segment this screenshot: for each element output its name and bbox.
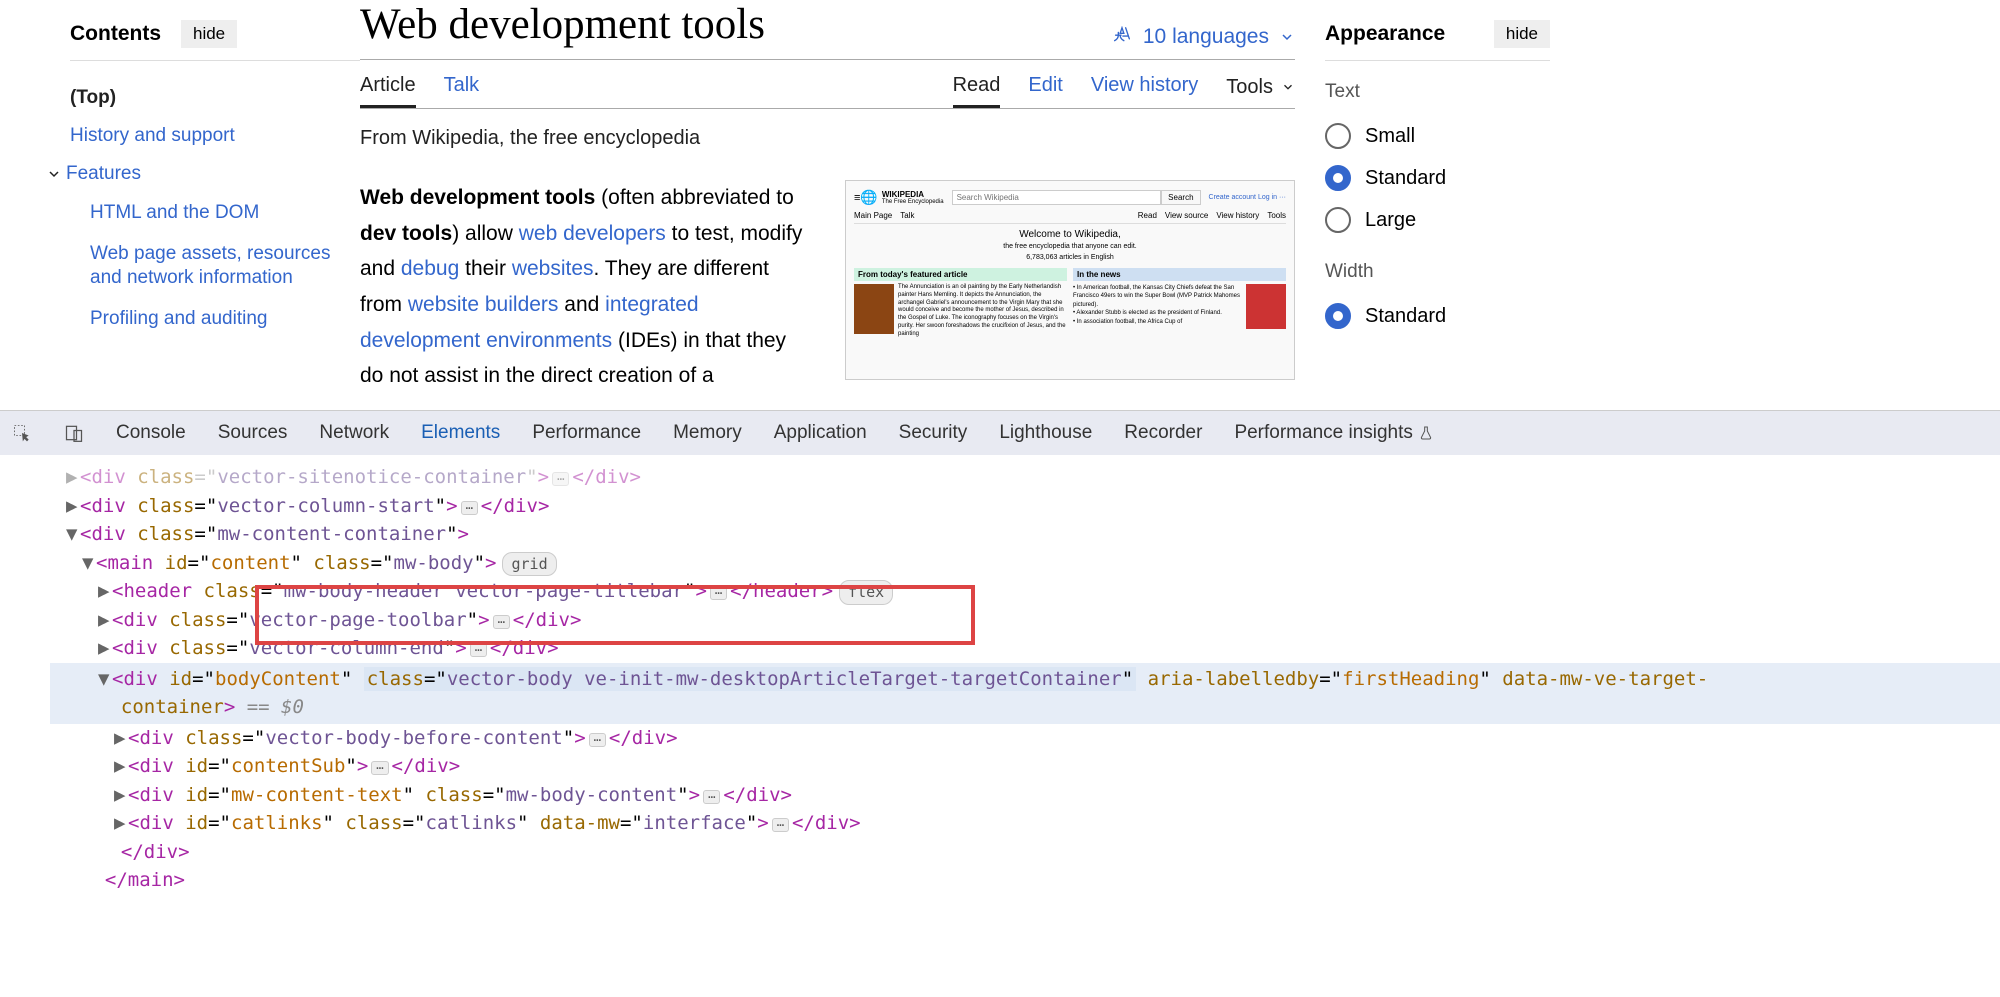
text-size-large[interactable]: Large [1325,199,1550,241]
article-body: Web development tools (often abbreviated… [360,180,1295,394]
tab-talk[interactable]: Talk [444,74,480,108]
article-intro: Web development tools (often abbreviated… [360,180,815,394]
flask-icon [1418,425,1434,441]
radio-icon-selected [1325,303,1351,329]
radio-icon [1325,207,1351,233]
thumb-search [952,190,1162,205]
devtools-tabbar: Console Sources Network Elements Perform… [0,411,2000,455]
dom-node[interactable]: ▶<div class="vector-column-start">⋯</div… [50,492,2000,521]
tab-view-history[interactable]: View history [1091,74,1198,108]
intro-bold-2: dev tools [360,222,452,245]
chevron-down-icon [46,166,62,182]
toc-history[interactable]: History and support [70,117,360,155]
devtools-tab-application[interactable]: Application [774,422,867,444]
devtools-tab-security[interactable]: Security [899,422,968,444]
devtools-tab-network[interactable]: Network [319,422,389,444]
tabs-left: Article Talk [360,74,479,108]
chevron-down-icon [1279,29,1295,45]
contents-header: Contents hide [70,20,360,61]
elements-tree[interactable]: ▶<div class="vector-sitenotice-container… [0,455,2000,895]
devtools-tab-console[interactable]: Console [116,422,186,444]
toc-top[interactable]: (Top) [70,79,360,117]
tab-edit[interactable]: Edit [1028,74,1062,108]
radio-icon-selected [1325,165,1351,191]
appearance-title: Appearance [1325,22,1445,46]
language-selector[interactable]: 10 languages [1111,25,1295,49]
devtools-tab-lighthouse[interactable]: Lighthouse [999,422,1092,444]
article-tabs: Article Talk Read Edit View history Tool… [360,74,1295,109]
article-subtitle: From Wikipedia, the free encyclopedia [360,127,1295,150]
dom-node[interactable]: ▶<div class="vector-page-toolbar">⋯</div… [50,606,2000,635]
language-icon [1111,26,1133,48]
selected-element-marker: == $0 [235,696,304,718]
tab-article[interactable]: Article [360,74,416,108]
tab-read[interactable]: Read [953,74,1001,108]
appearance-header: Appearance hide [1325,20,1550,61]
devtools-tab-sources[interactable]: Sources [218,422,288,444]
devtools-tab-perf-insights[interactable]: Performance insights [1234,422,1434,444]
dom-node[interactable]: ▶<div id="contentSub">⋯</div> [50,752,2000,781]
link-debug[interactable]: debug [401,257,459,280]
toc-html-dom[interactable]: HTML and the DOM [70,193,360,234]
inspect-icon[interactable] [12,423,32,443]
main-content: Web development tools 10 languages Artic… [360,0,1325,410]
devtools-tab-recorder[interactable]: Recorder [1124,422,1202,444]
link-web-developers[interactable]: web developers [519,222,666,245]
dom-node[interactable]: ▶<div class="vector-sitenotice-container… [50,463,2000,492]
dom-node[interactable]: ▼<main id="content" class="mw-body">grid [50,549,2000,578]
article-title-text: Web development tools [360,1,765,48]
dom-node[interactable]: ▶<div id="catlinks" class="catlinks" dat… [50,809,2000,838]
device-toggle-icon[interactable] [64,423,84,443]
hide-contents-button[interactable]: hide [181,20,237,48]
dom-node[interactable]: ▶<div class="vector-body-before-content"… [50,724,2000,753]
devtools-panel: Console Sources Network Elements Perform… [0,410,2000,997]
toc-features[interactable]: Features [46,155,360,193]
appearance-sidebar: Appearance hide Text Small Standard Larg… [1325,0,1550,410]
toc-profiling[interactable]: Profiling and auditing [70,299,360,340]
article-thumbnail: ≡ 🌐WIKIPEDIAThe Free Encyclopedia Search… [845,180,1295,380]
width-section-label: Width [1325,261,1550,283]
dom-node-close[interactable]: </main> [50,866,2000,895]
article-title: Web development tools 10 languages [360,0,1295,60]
tab-tools[interactable]: Tools [1226,74,1295,108]
dom-node-selected[interactable]: ▼<div id="bodyContent" class="vector-bod… [50,663,2000,724]
contents-title: Contents [70,22,161,46]
language-count: 10 languages [1143,25,1269,49]
text-size-small[interactable]: Small [1325,115,1550,157]
toc-assets[interactable]: Web page assets, resources and network i… [70,234,360,299]
devtools-tab-elements[interactable]: Elements [421,422,500,444]
layout-badge-grid[interactable]: grid [502,552,556,577]
devtools-tab-performance[interactable]: Performance [532,422,641,444]
text-section-label: Text [1325,81,1550,103]
dom-node[interactable]: ▶<header class="mw-body-header vector-pa… [50,577,2000,606]
link-websites[interactable]: websites [512,257,594,280]
tabs-right: Read Edit View history Tools [953,74,1295,108]
intro-bold-1: Web development tools [360,186,595,209]
text-size-standard[interactable]: Standard [1325,157,1550,199]
table-of-contents: (Top) History and support Features HTML … [70,79,360,340]
toc-features-label: Features [66,163,141,185]
dom-node[interactable]: ▶<div id="mw-content-text" class="mw-bod… [50,781,2000,810]
link-website-builders[interactable]: website builders [408,293,559,316]
width-standard[interactable]: Standard [1325,295,1550,337]
chevron-down-icon [1281,80,1295,94]
hide-appearance-button[interactable]: hide [1494,20,1550,48]
dom-node[interactable]: ▼<div class="mw-content-container"> [50,520,2000,549]
contents-sidebar: Contents hide (Top) History and support … [70,0,360,410]
radio-icon [1325,123,1351,149]
layout-badge-flex[interactable]: flex [839,580,893,605]
dom-node[interactable]: ▶<div class="vector-column-end">⋯</div> [50,634,2000,663]
tab-tools-label: Tools [1226,76,1273,99]
dom-node-close[interactable]: </div> [50,838,2000,867]
wikipedia-page: Contents hide (Top) History and support … [0,0,2000,410]
devtools-tab-memory[interactable]: Memory [673,422,742,444]
